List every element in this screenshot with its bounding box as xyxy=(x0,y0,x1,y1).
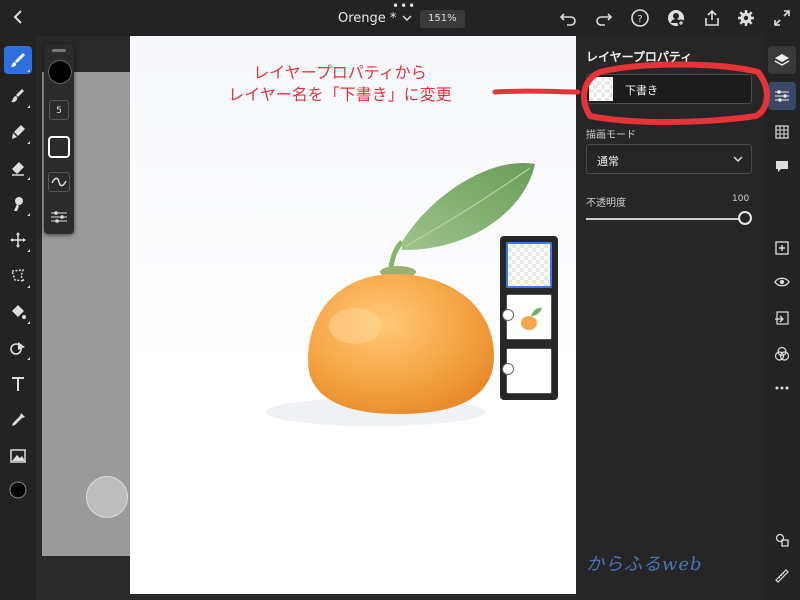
layers-icon xyxy=(774,54,790,66)
settings-icon[interactable] xyxy=(736,8,756,28)
blend-mode-select[interactable]: 通常 xyxy=(586,144,752,174)
share-icon[interactable] xyxy=(702,8,722,28)
blend-mode-label: 描画モード xyxy=(586,130,636,141)
image-icon xyxy=(10,449,26,463)
brush-size[interactable]: 5 xyxy=(49,100,69,120)
opacity-slider-thumb[interactable] xyxy=(738,211,752,225)
wave-icon xyxy=(51,177,67,187)
shape-icon xyxy=(10,342,25,355)
layer-name-field[interactable]: 下書き xyxy=(586,74,752,104)
back-icon[interactable] xyxy=(10,8,28,26)
layer-thumb-orange[interactable] xyxy=(502,294,552,340)
grid-icon xyxy=(775,125,789,139)
fullscreen-icon[interactable] xyxy=(772,8,792,28)
help-icon[interactable]: ? xyxy=(630,8,650,28)
layer-name-value[interactable]: 下書き xyxy=(625,82,658,98)
brush-tool[interactable] xyxy=(4,46,32,74)
clone-tool[interactable] xyxy=(4,190,32,218)
layers-panel xyxy=(500,236,558,400)
annotation-line-2: レイヤー名を「下書き」に変更 xyxy=(228,85,452,104)
layers-button[interactable] xyxy=(768,46,796,74)
opacity-value: 100 xyxy=(732,194,750,204)
import-button[interactable] xyxy=(768,304,796,332)
place-image-tool[interactable] xyxy=(4,442,32,470)
eyedropper-tool[interactable] xyxy=(4,406,32,434)
chevron-down-icon xyxy=(733,156,743,163)
visibility-icon[interactable] xyxy=(502,309,514,321)
foreground-color[interactable] xyxy=(4,476,32,504)
move-icon xyxy=(10,232,26,248)
opacity-label: 不透明度 xyxy=(586,198,626,209)
text-icon xyxy=(12,377,24,391)
eye-icon xyxy=(774,277,790,287)
ruler-button[interactable] xyxy=(768,562,796,590)
annotation-text: レイヤープロパティから レイヤー名を「下書き」に変更 xyxy=(190,62,490,106)
visibility-icon[interactable] xyxy=(502,363,514,375)
smudge-icon xyxy=(12,125,25,139)
paint-icon xyxy=(11,89,24,103)
panel-title: レイヤープロパティ xyxy=(586,50,693,64)
fill-icon xyxy=(12,305,26,319)
document-title-group[interactable]: Orenge * xyxy=(338,6,412,30)
add-layer-icon xyxy=(775,241,789,255)
blend-icon xyxy=(774,346,790,361)
brush-shape-button[interactable] xyxy=(48,136,70,158)
smudge-tool[interactable] xyxy=(4,118,32,146)
comment-icon xyxy=(776,161,788,172)
blend-mode-value: 通常 xyxy=(597,155,619,168)
fill-tool[interactable] xyxy=(4,298,32,326)
modifier-touch-button[interactable] xyxy=(86,476,128,518)
redo-icon[interactable] xyxy=(594,8,614,28)
comment-button[interactable] xyxy=(768,152,796,180)
visibility-button[interactable] xyxy=(768,268,796,296)
layer-properties-panel: レイヤープロパティ 下書き 描画モード 通常 不透明度 100 xyxy=(576,36,764,600)
sliders-icon[interactable] xyxy=(50,210,68,224)
paint-tool[interactable] xyxy=(4,82,32,110)
shape-tool[interactable] xyxy=(4,334,32,362)
properties-button[interactable] xyxy=(768,82,796,110)
layer-thumb-draft[interactable] xyxy=(506,242,552,288)
undo-icon[interactable] xyxy=(558,8,578,28)
properties-icon xyxy=(775,90,789,102)
more-button[interactable] xyxy=(768,374,796,402)
right-icon-bar xyxy=(764,36,800,600)
lasso-icon xyxy=(11,269,26,282)
stamp-icon xyxy=(14,197,23,211)
left-toolbar xyxy=(0,36,36,600)
move-tool[interactable] xyxy=(4,226,32,254)
top-bar: ••• Orenge * 151% ? xyxy=(0,0,800,36)
caret-down-icon[interactable] xyxy=(402,13,412,23)
add-layer-button[interactable] xyxy=(768,234,796,262)
eraser-tool[interactable] xyxy=(4,154,32,182)
more-icon xyxy=(775,386,789,390)
lasso-tool[interactable] xyxy=(4,262,32,290)
annotation-line-1: レイヤープロパティから xyxy=(253,63,427,82)
grid-button[interactable] xyxy=(768,118,796,146)
brush-color-swatch[interactable] xyxy=(48,60,72,84)
import-icon xyxy=(775,311,789,325)
brush-settings-panel: 5 xyxy=(44,44,74,234)
add-user-icon[interactable] xyxy=(666,8,686,28)
watermark-text: からふるweb xyxy=(586,554,703,575)
eyedropper-icon xyxy=(12,413,25,426)
brush-icon xyxy=(11,53,25,67)
zoom-level[interactable]: 151% xyxy=(420,10,465,28)
mask-icon xyxy=(775,533,789,547)
opacity-slider-track[interactable] xyxy=(586,218,744,220)
text-tool[interactable] xyxy=(4,370,32,398)
document-title[interactable]: Orenge * xyxy=(338,11,396,26)
svg-text:?: ? xyxy=(637,14,642,25)
mask-button[interactable] xyxy=(768,526,796,554)
eraser-icon xyxy=(12,162,24,176)
color-icon xyxy=(9,481,27,499)
smoothing-button[interactable] xyxy=(48,172,70,192)
layer-thumb-background[interactable] xyxy=(502,348,552,394)
ruler-icon xyxy=(775,569,789,583)
layer-thumbnail xyxy=(589,77,613,101)
panel-grip[interactable] xyxy=(52,49,66,52)
blend-button[interactable] xyxy=(768,340,796,368)
